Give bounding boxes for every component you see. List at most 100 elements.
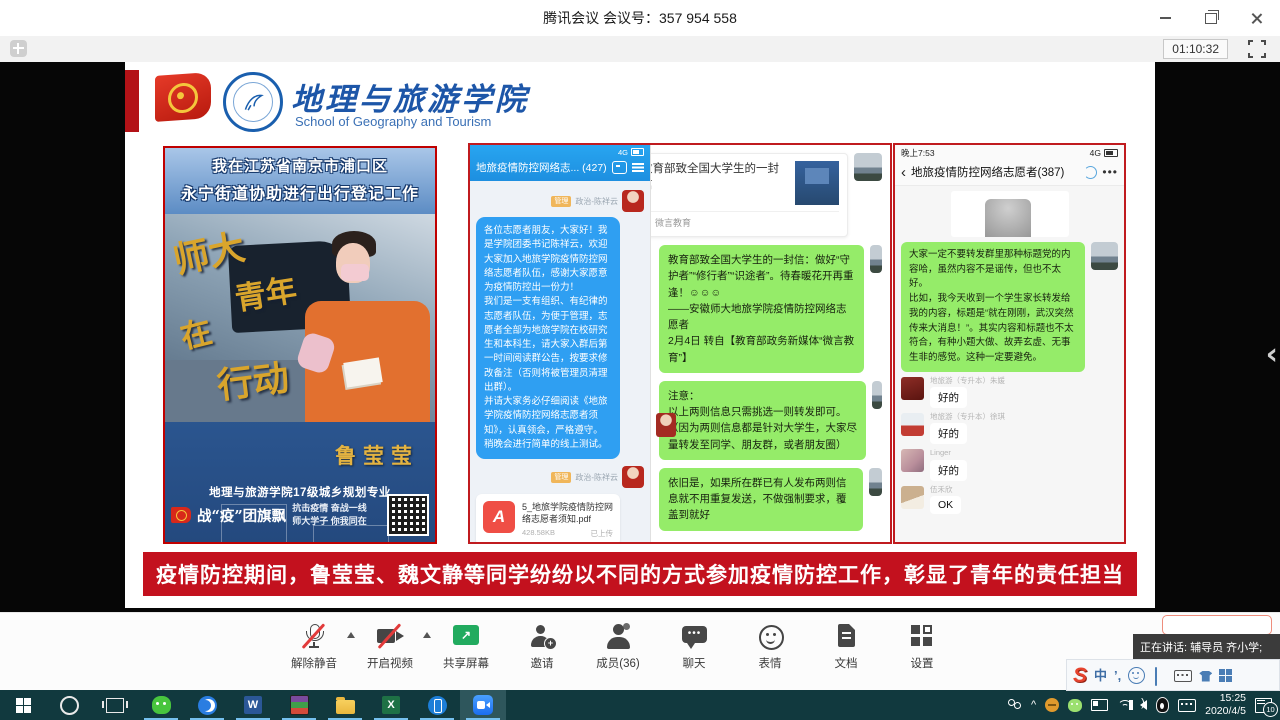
chat-button[interactable]: ••• 聊天 (666, 623, 722, 671)
maximize-button[interactable] (1188, 0, 1234, 36)
fullscreen-icon[interactable] (1248, 40, 1266, 58)
ime-skin-icon[interactable] (1199, 671, 1212, 682)
league-ring (168, 82, 198, 114)
taskbar-wechat[interactable] (138, 690, 184, 720)
ime-keyboard-icon[interactable] (1174, 670, 1192, 682)
mic-options-caret-icon[interactable] (347, 632, 355, 638)
wechat-message-bubble: 大家一定不要转发群里那种标题党的内容哈，虽然内容不是谣传，但也不太好。 比如，我… (901, 242, 1085, 372)
settings-grid-icon (907, 623, 937, 650)
settings-button[interactable]: 设置 (894, 623, 950, 671)
member-avatar[interactable] (901, 413, 924, 436)
taskbar-phone-projection[interactable] (414, 690, 460, 720)
sender-avatar[interactable] (869, 468, 882, 496)
sender-avatar[interactable] (854, 153, 882, 181)
taskbar-file-explorer[interactable] (322, 690, 368, 720)
tray-touch-keyboard-icon[interactable] (1178, 699, 1196, 712)
wechat-message-row: 注意： 以上两则信息只需挑选一则转发即可。（因为两则信息都是针对大学生，大家尽量… (659, 381, 882, 460)
taskbar-qq-browser[interactable] (184, 690, 230, 720)
link-card-thumbnail (795, 161, 839, 205)
sync-icon[interactable] (1084, 166, 1097, 179)
chat-label: 聊天 (666, 655, 722, 671)
poster-footer-line2: 师大学子 你我同在 (292, 515, 367, 528)
school-name-cn: 地理与旅游学院 (291, 74, 529, 119)
reply-bubble: 好的 (930, 423, 967, 444)
member-avatar[interactable] (901, 486, 924, 509)
pdf-file-size: 428.58KB (522, 528, 555, 539)
emoji-button[interactable]: 表情 (742, 623, 798, 671)
member-avatar[interactable] (901, 377, 924, 400)
qq-sender-avatar[interactable] (622, 466, 644, 488)
taskbar-tencent-meeting[interactable] (460, 690, 506, 720)
wechat-message-bubble: 依旧是，如果所在群已有人发布两则信息就不用重复发送，不做强制要求，覆盖到就好 (659, 468, 863, 531)
qq-menu-icon[interactable] (632, 163, 644, 172)
slide-accent-bar (125, 70, 139, 132)
pdf-file-name: 5_地旅学院疫情防控网络志愿者须知.pdf (522, 501, 613, 525)
ime-emoji-icon[interactable] (1128, 667, 1145, 684)
qq-chat-icon[interactable] (612, 161, 627, 174)
tray-clock[interactable]: 15:25 2020/4/5 (1205, 692, 1246, 718)
banner-text: 疫情防控期间，鲁莹莹、魏文静等同学纷纷以不同的方式参加疫情防控工作，彰显了青年的… (156, 559, 1124, 589)
taskbar-word[interactable]: W (230, 690, 276, 720)
notification-center-icon[interactable]: 10 (1255, 698, 1272, 713)
start-button[interactable] (0, 690, 46, 720)
tray-time: 15:25 (1205, 692, 1246, 705)
back-icon[interactable]: ‹ (901, 165, 906, 180)
close-button[interactable] (1234, 0, 1280, 36)
share-screen-button[interactable]: ↗ 共享屏幕 (438, 623, 494, 671)
meeting-health-icon[interactable] (10, 40, 27, 57)
tray-wechat-icon[interactable] (1068, 699, 1082, 712)
invite-button[interactable]: + 邀请 (514, 623, 570, 671)
invite-person-icon: + (527, 623, 557, 650)
pdf-file-card[interactable]: A 5_地旅学院疫情防控网络志愿者须知.pdf 428.58KB 已上传 (476, 494, 620, 542)
panel-collapse-chevron-icon[interactable]: ‹ (1266, 340, 1278, 370)
wechat-group-header: ‹ 地旅疫情防控网络志愿者(387) ••• (895, 161, 1124, 186)
qq-sender-avatar[interactable] (622, 190, 644, 212)
start-video-button[interactable]: 开启视频 (362, 623, 418, 671)
wechat-group-title: 地旅疫情防控网络志愿者(387) (911, 164, 1079, 180)
ime-language-toggle[interactable]: 中 (1094, 669, 1107, 682)
members-icon (603, 623, 633, 650)
windows-taskbar: W X ^ 15:25 2020/4/5 10 (0, 690, 1280, 720)
qq-sender-name: 政治-陈祥云 (575, 472, 618, 483)
status-network: 4G (1090, 148, 1101, 158)
phone-icon (428, 696, 447, 715)
members-button[interactable]: 成员(36) (590, 623, 646, 671)
sender-avatar[interactable] (872, 381, 882, 409)
minimize-button[interactable] (1142, 0, 1188, 36)
system-tray: ^ 15:25 2020/4/5 10 (1007, 690, 1280, 720)
ime-toolbox-icon[interactable] (1219, 669, 1232, 682)
poster-campaign-label: 战“疫”团旗飘 (197, 505, 286, 526)
more-icon[interactable]: ••• (1102, 166, 1118, 178)
ime-voice-icon[interactable] (1155, 667, 1157, 686)
ime-punctuation-toggle[interactable]: ’, (1114, 669, 1121, 682)
tray-qq-icon[interactable] (1156, 697, 1169, 713)
camera-off-icon (375, 623, 405, 650)
member-name: 地旅游（专升本）徐琪 (930, 413, 1005, 421)
smiley-icon (755, 623, 785, 650)
poster-footer-line1: 抗击疫情 奋战一线 (292, 502, 367, 515)
share-screen-label: 共享屏幕 (438, 655, 494, 671)
taskbar-excel[interactable]: X (368, 690, 414, 720)
battery-icon (1104, 149, 1118, 157)
tray-expand-chevron[interactable]: ^ (1031, 700, 1036, 711)
task-view-button[interactable] (92, 690, 138, 720)
taskbar-winrar[interactable] (276, 690, 322, 720)
sender-avatar[interactable] (870, 245, 882, 273)
tray-display-icon[interactable] (1091, 699, 1108, 711)
tray-volume-icon[interactable] (1140, 700, 1147, 710)
cortana-button[interactable] (46, 690, 92, 720)
video-options-caret-icon[interactable] (423, 632, 431, 638)
qq-chat-body: 管理 政治-陈祥云 各位志愿者朋友，大家好！我是学院团委书记陈祥云，欢迎大家加入… (470, 181, 650, 542)
member-name: Linger (930, 449, 967, 457)
sogou-logo-icon[interactable]: S (1073, 665, 1087, 686)
tray-people-icon[interactable] (1007, 699, 1022, 711)
tray-app-icon-orange[interactable] (1045, 698, 1059, 712)
microphone-muted-icon (299, 623, 329, 650)
docs-button[interactable]: 文档 (818, 623, 874, 671)
volunteer-name: 鲁莹莹 (335, 440, 419, 470)
sender-avatar[interactable] (1091, 242, 1118, 270)
poster-location-line1: 我在江苏省南京市浦口区 (165, 155, 435, 176)
unmute-button[interactable]: 解除静音 (286, 623, 342, 671)
wechat-link-card[interactable]: 教育部致全国大学生的一封信 ✓ 微言教育 (651, 153, 848, 237)
member-avatar[interactable] (901, 449, 924, 472)
